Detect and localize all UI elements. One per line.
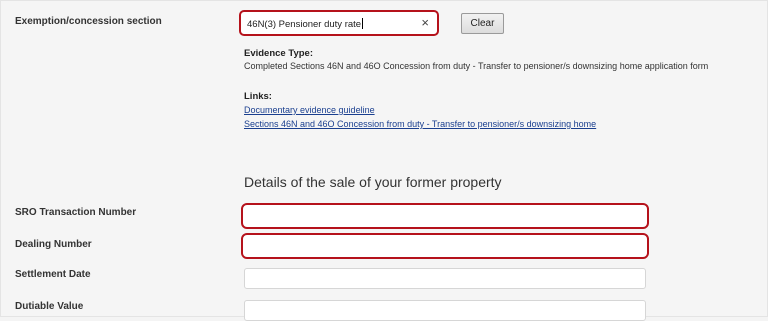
evidence-type-text: Completed Sections 46N and 46O Concessio… [244, 61, 709, 71]
concession-info-link[interactable]: Sections 46N and 46O Concession from dut… [244, 119, 596, 129]
text-caret [362, 18, 364, 29]
sale-details-heading: Details of the sale of your former prope… [244, 174, 502, 190]
dutiable-value-label: Dutiable Value [15, 301, 84, 312]
evidence-type-title: Evidence Type: [244, 48, 313, 59]
settlement-date-label: Settlement Date [15, 269, 91, 280]
dealing-number-input[interactable] [241, 233, 649, 259]
clear-button[interactable]: Clear [461, 13, 504, 34]
exemption-section-label: Exemption/concession section [15, 16, 162, 27]
links-title: Links: [244, 91, 272, 102]
form-panel: Exemption/concession section 46N(3) Pens… [0, 0, 768, 321]
clear-selection-icon[interactable]: × [421, 16, 429, 30]
dutiable-value-input[interactable] [244, 300, 646, 321]
exemption-selected-value[interactable]: 46N(3) Pensioner duty rate [247, 18, 364, 30]
sro-transaction-number-input[interactable] [241, 203, 649, 229]
dealing-number-label: Dealing Number [15, 239, 92, 250]
exemption-section-combobox[interactable]: 46N(3) Pensioner duty rate × [239, 10, 439, 36]
documentary-evidence-link[interactable]: Documentary evidence guideline [244, 105, 375, 115]
settlement-date-input[interactable] [244, 268, 646, 289]
sro-transaction-number-label: SRO Transaction Number [15, 207, 137, 218]
